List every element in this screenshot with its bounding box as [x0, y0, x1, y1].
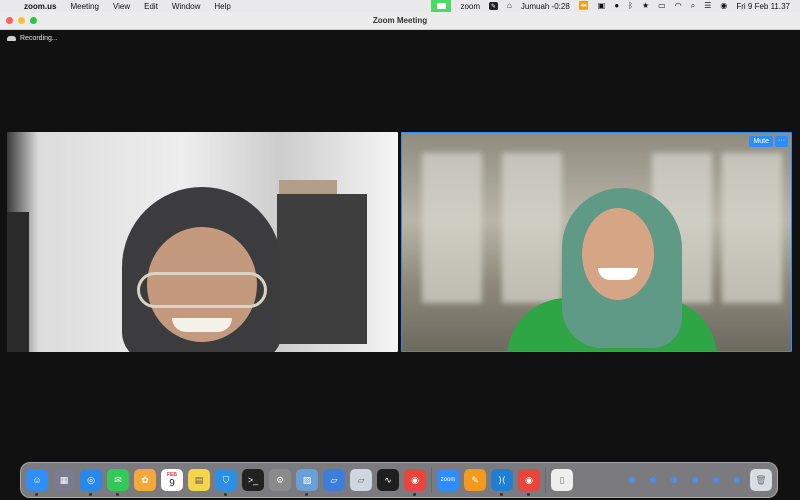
meeting-area: Recording... Mute ··· [0, 30, 800, 462]
blank-window-icon[interactable]: ▱ [350, 469, 372, 491]
dock-separator [431, 467, 432, 493]
menu-view[interactable]: View [113, 2, 130, 11]
more-options-button[interactable]: ··· [775, 136, 788, 147]
minimize-window-button[interactable] [18, 17, 25, 24]
trash-icon[interactable]: 🗑 [750, 469, 772, 491]
notes-icon[interactable]: ▤ [188, 469, 210, 491]
zoom-app-icon[interactable]: zoom [437, 469, 459, 491]
menu-help[interactable]: Help [214, 2, 230, 11]
background-window [722, 153, 782, 303]
dock: ☺ ▦ ◎ ✉ ✿ FEB 9 ▤ ⛉ >_ ⚙ ▨ ▱ ▱ ∿ ◉ zoom … [20, 462, 778, 498]
background-shelf [277, 194, 367, 344]
window-title-bar: Zoom Meeting [0, 12, 800, 30]
launchpad-icon[interactable]: ▦ [53, 469, 75, 491]
prayer-time-label[interactable]: Jumuah -0:28 [521, 2, 570, 11]
hat-icon[interactable]: ● [614, 0, 619, 12]
participant-smile [172, 318, 232, 332]
pen-status-icon[interactable]: ✎ [489, 2, 499, 10]
window-controls [0, 17, 37, 24]
minimized-window-dot[interactable] [692, 477, 698, 483]
minimized-window-dot[interactable] [671, 477, 677, 483]
zoom-camera-status-icon[interactable] [431, 0, 452, 12]
calendar-icon[interactable]: FEB 9 [161, 469, 183, 491]
app-menu[interactable]: zoom.us [24, 2, 56, 11]
bluetooth-icon[interactable]: ᛒ [628, 0, 633, 12]
background-window [422, 153, 482, 303]
document-icon[interactable]: ▯ [551, 469, 573, 491]
mute-participant-button[interactable]: Mute [749, 136, 773, 147]
recording-indicator[interactable]: Recording... [7, 35, 58, 42]
minimized-window-dot[interactable] [629, 477, 635, 483]
participant-smile [598, 268, 638, 280]
clock[interactable]: Fri 9 Feb 11.37 [736, 2, 790, 11]
minimized-window-dot[interactable] [734, 477, 740, 483]
pages-icon[interactable]: ✎ [464, 469, 486, 491]
minimized-window-dot[interactable] [713, 477, 719, 483]
menu-edit[interactable]: Edit [144, 2, 158, 11]
star-icon[interactable]: ★ [642, 0, 649, 12]
cloud-recording-icon [7, 36, 16, 41]
photos-icon[interactable]: ✿ [134, 469, 156, 491]
finder-icon[interactable]: ☺ [26, 469, 48, 496]
background-window [502, 153, 562, 303]
participant-video-1[interactable] [7, 132, 398, 352]
system-settings-icon[interactable]: ⚙ [269, 469, 291, 491]
terminal-icon[interactable]: >_ [242, 469, 264, 491]
activity-monitor-icon[interactable]: ∿ [377, 469, 399, 491]
mosque-icon[interactable]: ⌂ [507, 0, 512, 12]
calendar-day: 9 [169, 477, 175, 489]
messages-icon[interactable]: ✉ [107, 469, 129, 496]
safari-icon[interactable]: ◎ [80, 469, 102, 496]
vscode-icon[interactable]: ⟩⟨ [491, 469, 513, 496]
preview-icon[interactable]: ▨ [296, 469, 318, 496]
menu-meeting[interactable]: Meeting [70, 2, 98, 11]
finder-window-icon[interactable]: ▱ [323, 469, 345, 491]
menu-bar: zoom.us Meeting View Edit Window Help zo… [0, 0, 800, 12]
dock-separator [545, 467, 546, 493]
chrome-icon[interactable]: ◉ [404, 469, 426, 496]
wifi-icon[interactable]: ◠ [675, 0, 682, 12]
close-window-button[interactable] [6, 17, 13, 24]
chrome-profile-icon[interactable]: ◉ [518, 469, 540, 496]
participant-glasses [137, 272, 267, 308]
window-title: Zoom Meeting [372, 16, 428, 25]
background-lamp [7, 212, 29, 352]
keynote-icon[interactable]: ⛉ [215, 469, 237, 496]
participant-face [582, 208, 654, 300]
menu-window[interactable]: Window [172, 2, 200, 11]
battery-icon[interactable]: ▭ [658, 0, 666, 12]
zoom-status-label[interactable]: zoom [460, 2, 480, 11]
finder-status-icon[interactable]: ▣ [598, 0, 606, 12]
minimized-window-dot[interactable] [650, 477, 656, 483]
siri-icon[interactable]: ◉ [720, 0, 727, 12]
rewind-icon[interactable]: ⏪ [579, 0, 589, 12]
participant-video-2[interactable]: Mute ··· [401, 132, 792, 352]
search-icon[interactable]: ⌕ [691, 0, 695, 12]
recording-label: Recording... [20, 35, 58, 42]
control-center-icon[interactable]: ☰ [704, 0, 711, 12]
fullscreen-window-button[interactable] [30, 17, 37, 24]
